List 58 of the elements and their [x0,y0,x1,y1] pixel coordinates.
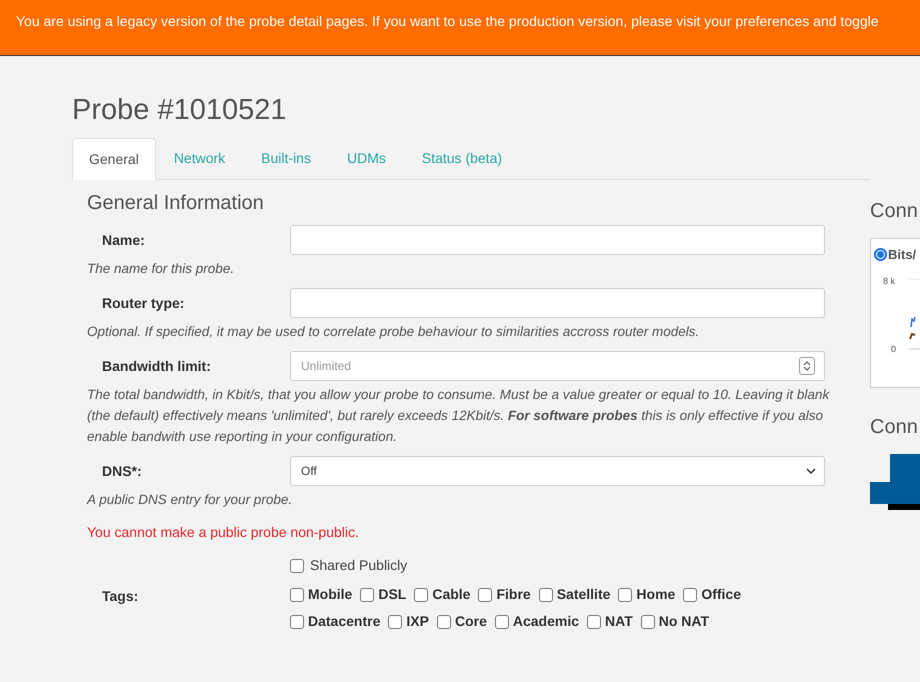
tab[interactable]: Built-ins [243,137,329,179]
checkbox-label: Office [701,585,741,604]
dns-dropdown[interactable]: Off [290,456,825,486]
radio-label: Bits/ [888,246,916,264]
field-label: Name: [101,230,146,250]
help-text: A public DNS entry for your probe. [87,491,294,509]
tab[interactable]: Network [156,137,244,179]
banner-text: You are using a legacy version of the probe detail pages. If you want to use the production version, please visit your preferences and toggle [16,12,879,31]
help-text: Optional. If specified, it may be used to correlate probe behaviour to similarities accross router models. [87,323,700,341]
checkbox[interactable] [587,614,602,628]
panel-heading: Conn [870,415,918,440]
checkbox[interactable] [290,614,304,628]
checkbox[interactable] [360,588,374,602]
map-drawing [870,454,920,510]
checkbox-label: Datacentre [308,612,380,631]
checkbox-label: Academic [512,612,580,631]
number-field[interactable]: Unlimited [290,351,825,381]
tab[interactable]: Status (beta) [404,137,520,179]
checkbox[interactable] [290,558,304,572]
line-chart-drawing [907,279,920,351]
help-text: The name for this probe. [87,260,236,278]
help-text: The total bandwidth, in Kbit/s, that you allow your probe to consume. Must be a value greater or equal to 10. Leaving it blank (the default) effectively means 'unlimited', but rarely exceeds 12Kbit/s. For software probes this is only effective if you also enable bandwith use reporting in your configuration. [87,386,830,446]
checkbox[interactable] [538,588,553,602]
tab[interactable]: General [72,138,156,180]
checkbox[interactable] [290,588,304,602]
panel-heading: Conn [870,199,918,224]
checkbox[interactable] [494,614,509,628]
checkbox[interactable] [618,588,632,602]
checkbox-label: Core [454,612,487,631]
tab[interactable]: UDMs [328,137,404,179]
axis-label: 8 k [883,275,896,288]
checkbox-label: IXP [406,612,429,631]
error-message: You cannot make a public probe non-public. [87,523,359,542]
axis-label: 0 [891,343,896,356]
checkbox-label: Mobile [308,585,352,604]
checkbox-label: Cable [432,585,470,604]
field-label: Bandwidth limit: [101,356,212,376]
field-label: DNS*: [101,462,143,480]
chevron-down-icon [806,467,816,475]
checkbox-label: Fibre [496,585,531,604]
checkbox[interactable] [388,614,402,628]
section-title: General Information [87,191,264,216]
checkbox[interactable] [683,588,698,602]
checkbox[interactable] [414,588,428,602]
checkbox-label: Satellite [556,585,610,604]
field-label: Router type: [101,294,186,313]
radio-button[interactable] [874,248,887,262]
spinner-icon[interactable] [799,357,815,375]
field-label: Tags: [101,587,140,606]
checkbox[interactable] [478,588,492,602]
checkbox[interactable] [640,614,655,628]
checkbox-label: NAT [605,612,633,631]
checkbox-label: DSL [378,585,406,604]
checkbox-label: Home [636,585,676,604]
checkbox-label: Shared Publicly [310,556,408,575]
page-title: Probe #1010521 [72,93,286,128]
checkbox[interactable] [436,614,451,628]
checkbox-label: No NAT [658,612,710,631]
